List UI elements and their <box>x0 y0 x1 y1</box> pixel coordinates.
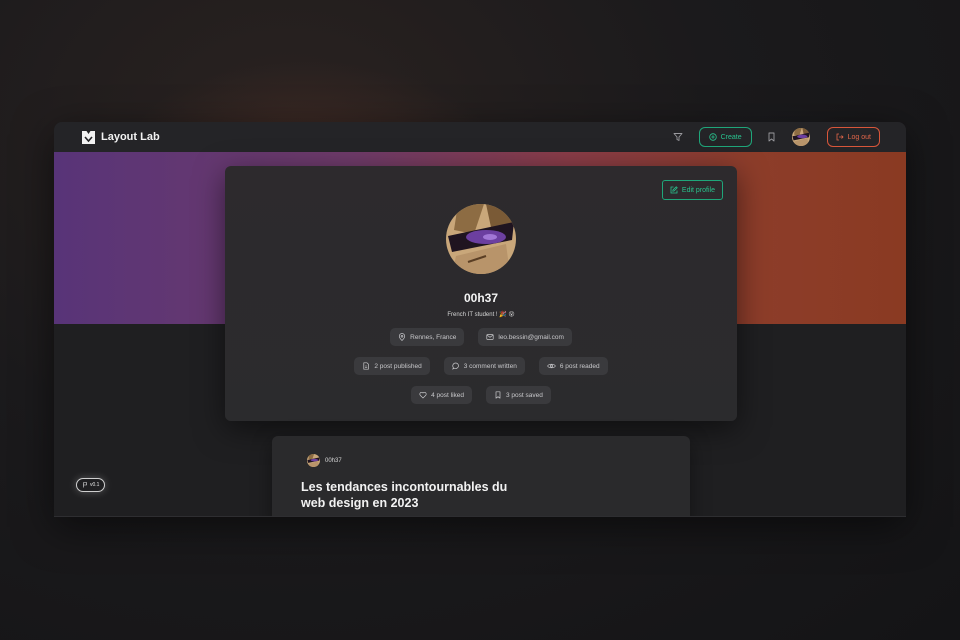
version-icon <box>83 482 87 488</box>
logout-button[interactable]: Log out <box>826 127 880 147</box>
version-badge[interactable]: v0.1 <box>76 478 106 492</box>
post-author[interactable]: 00h37 <box>307 454 342 467</box>
top-navbar: Layout Lab Create Log out <box>54 122 906 152</box>
liked-text: 4 post liked <box>431 391 465 399</box>
post-author-name: 00h37 <box>325 457 342 464</box>
location-text: Rennes, France <box>410 333 457 341</box>
activity-chips: 2 post published 3 comment written 6 pos… <box>225 357 737 375</box>
app-window: Layout Lab Create Log out Edit profile 0… <box>54 122 906 517</box>
profile-card: Edit profile 00h37 French IT student ! 🎉… <box>225 166 737 421</box>
bookmarks-button[interactable] <box>765 130 779 144</box>
engagement-chips: 4 post liked 3 post saved <box>225 386 737 404</box>
readed-chip: 6 post readed <box>538 357 608 375</box>
bookmark-icon <box>495 391 501 399</box>
comments-text: 3 comment written <box>463 362 517 370</box>
location-icon <box>399 333 406 341</box>
email-text: leo.bessin@gmail.com <box>498 333 564 341</box>
logo-icon <box>82 130 95 144</box>
profile-avatar <box>446 204 516 274</box>
bookmark-icon <box>768 132 775 142</box>
avatar[interactable] <box>791 128 810 146</box>
avatar-image <box>307 454 320 467</box>
email-chip[interactable]: leo.bessin@gmail.com <box>478 328 572 346</box>
post-card[interactable]: 00h37 Les tendances incontournables du w… <box>272 436 690 516</box>
create-label: Create <box>720 133 742 141</box>
readed-text: 6 post readed <box>559 362 600 370</box>
create-button[interactable]: Create <box>698 127 752 147</box>
heart-icon <box>419 391 427 399</box>
saved-text: 3 post saved <box>506 391 543 399</box>
avatar-image <box>446 204 516 274</box>
filter-button[interactable] <box>671 130 685 144</box>
brand[interactable]: Layout Lab <box>82 130 160 144</box>
comments-chip: 3 comment written <box>443 357 525 375</box>
logout-label: Log out <box>847 133 871 141</box>
file-icon <box>363 362 370 370</box>
published-text: 2 post published <box>374 362 422 370</box>
edit-profile-label: Edit profile <box>681 186 715 194</box>
saved-chip: 3 post saved <box>486 386 551 404</box>
comment-icon <box>452 362 459 370</box>
eye-icon <box>547 363 556 369</box>
brand-name: Layout Lab <box>101 131 160 143</box>
mail-icon <box>486 334 494 340</box>
plus-circle-icon <box>708 133 717 141</box>
version-text: v0.1 <box>90 482 100 488</box>
avatar-image <box>791 128 810 146</box>
contact-chips: Rennes, France leo.bessin@gmail.com <box>225 328 737 346</box>
published-chip: 2 post published <box>354 357 430 375</box>
profile-username: 00h37 <box>463 291 499 305</box>
logout-icon <box>836 133 844 141</box>
filter-icon <box>673 133 683 141</box>
location-chip: Rennes, France <box>390 328 465 346</box>
avatar <box>307 454 320 467</box>
profile-bio: French IT student ! 🎉 😵 <box>447 312 515 318</box>
liked-chip: 4 post liked <box>411 386 473 404</box>
edit-profile-button[interactable]: Edit profile <box>661 180 723 200</box>
edit-icon <box>670 186 678 194</box>
post-title[interactable]: Les tendances incontournables du web des… <box>301 479 531 511</box>
